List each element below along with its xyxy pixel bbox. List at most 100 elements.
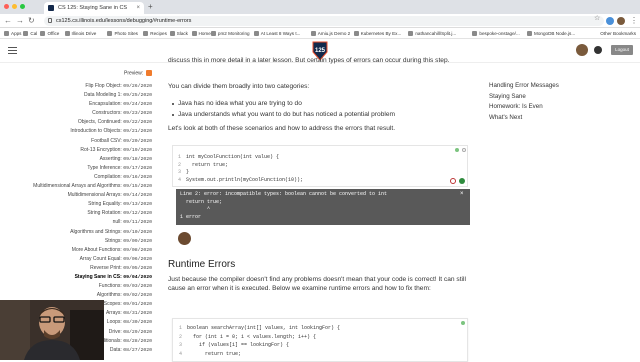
bookmark-item[interactable]: nathancahill/Split.j... — [408, 28, 456, 39]
line-number: 3 — [178, 169, 182, 175]
bookmark-item[interactable]: Home — [191, 28, 211, 39]
lesson-link[interactable]: Reverse Print: 09/05/2020 — [0, 264, 152, 273]
lesson-link[interactable]: Functions: 09/03/2020 — [0, 282, 152, 291]
bookmark-folder-icon — [527, 31, 533, 36]
close-output-icon[interactable]: × — [460, 191, 464, 197]
bookmark-folder-icon — [143, 31, 149, 36]
line-number: 1 — [178, 154, 182, 160]
lesson-date: 09/17/2020 — [123, 165, 152, 171]
line-number: 4 — [179, 350, 183, 357]
line-number: 3 — [179, 342, 183, 349]
user-avatar[interactable] — [576, 44, 588, 56]
lesson-link[interactable]: Encapsulation: 09/24/2020 — [0, 100, 152, 109]
bookmark-item[interactable]: Amiu.js Demo 2 — [310, 28, 350, 39]
bookmark-item[interactable]: pm2 Monitoring — [210, 28, 250, 39]
outline-link[interactable]: What's Next — [489, 113, 559, 124]
maximize-window-icon[interactable] — [20, 4, 25, 9]
bookmark-item[interactable]: Slack — [169, 28, 188, 39]
hamburger-menu-icon[interactable] — [8, 47, 17, 54]
lesson-link[interactable]: More About Functions: 09/08/2020 — [0, 246, 152, 255]
bookmark-label: Slack — [176, 31, 188, 36]
minimize-window-icon[interactable] — [12, 4, 17, 9]
lesson-link[interactable]: Multidimensional Arrays and Algorithms: … — [0, 182, 152, 191]
back-icon[interactable]: ← — [4, 16, 12, 26]
lesson-title: Arrays — [105, 310, 121, 317]
bookmark-item[interactable]: Office — [40, 28, 59, 39]
lesson-link[interactable]: Type Inference: 09/17/2020 — [0, 164, 152, 173]
lesson-date: 09/12/2020 — [123, 211, 152, 217]
outline-link[interactable]: Handling Error Messages — [489, 81, 559, 92]
lesson-link[interactable]: Constructors: 09/23/2020 — [0, 109, 152, 118]
other-bookmarks[interactable]: Other Bookmarks — [600, 28, 636, 39]
bullet-list: Java has no idea what you are trying to … — [171, 98, 395, 120]
lesson-link[interactable]: Array Count Equal: 09/06/2020 — [0, 255, 152, 264]
lesson-link[interactable]: null: 09/11/2020 — [0, 218, 152, 227]
code-text: if (values[i] == lookingFor) { — [187, 342, 290, 349]
bullet-item: Java has no idea what you are trying to … — [171, 98, 395, 109]
bookmark-item[interactable]: Cal — [23, 28, 37, 39]
bookmark-item[interactable]: Kubernetes By Ex... — [353, 28, 401, 39]
lesson-link[interactable]: Football CSV: 09/20/2020 — [0, 137, 152, 146]
bookmark-item[interactable]: At Least 8 Ways t... — [253, 28, 301, 39]
bookmark-item[interactable]: Illinois Drive — [64, 28, 97, 39]
code-example-2[interactable]: 1 boolean searchArray(int[] values, int l… — [172, 318, 468, 362]
outline-link[interactable]: Homework: Is Even — [489, 102, 559, 113]
lesson-link[interactable]: Algorithms and Strings: 09/10/2020 — [0, 228, 152, 237]
lesson-link[interactable]: Objects, Continued: 09/22/2020 — [0, 118, 152, 127]
run-button-icon[interactable] — [459, 178, 465, 184]
lesson-title: Scopes — [103, 301, 121, 308]
new-tab-icon[interactable]: + — [148, 2, 153, 12]
logout-button[interactable]: Logout — [611, 45, 633, 55]
bookmark-item[interactable]: Apps — [4, 28, 21, 39]
bookmark-item[interactable]: MongoDB Node.js... — [527, 28, 575, 39]
settings-icon[interactable] — [462, 148, 466, 152]
lesson-date: 09/04/2020 — [123, 274, 152, 280]
forward-icon[interactable]: → — [16, 16, 24, 26]
code-block-1[interactable]: 1 int myCoolFunction(int value) {2 return… — [178, 154, 303, 184]
outline-link[interactable]: Staying Sane — [489, 92, 559, 103]
bookmark-label: At Least 8 Ways t... — [260, 31, 301, 36]
lesson-title: Introduction to Objects — [70, 128, 121, 135]
profile-icon[interactable] — [617, 17, 625, 25]
close-window-icon[interactable] — [4, 4, 9, 9]
lesson-link[interactable]: Algorithms: 09/02/2020 — [0, 291, 152, 300]
lesson-link[interactable]: Asserting: 09/18/2020 — [0, 155, 152, 164]
browser-tab[interactable]: CS 125: Staying Sane in CS × — [44, 2, 144, 14]
extension-icon[interactable] — [606, 17, 614, 25]
preview-toggle[interactable]: Preview: — [124, 70, 153, 76]
bookmark-star-icon[interactable]: ☆ — [594, 14, 600, 22]
line-number: 4 — [178, 176, 182, 183]
lesson-link[interactable]: Compilation: 09/16/2020 — [0, 173, 152, 182]
bookmark-item[interactable]: bespoke-onstage/... — [472, 28, 520, 39]
stop-icon[interactable] — [450, 178, 456, 184]
bookmark-label: Illinois Drive — [71, 31, 97, 36]
lesson-link[interactable]: Data Modeling 1: 09/25/2020 — [0, 91, 152, 100]
page-outline: Handling Error Messages Staying Sane Homew… — [489, 81, 559, 123]
lesson-link[interactable]: Multidimensional Arrays: 09/14/2020 — [0, 191, 152, 200]
lesson-link[interactable]: Rot-13 Encryption: 09/19/2020 — [0, 146, 152, 155]
address-bar[interactable]: cs125.cs.illinois.edu/lessons/debugging/… — [44, 16, 604, 26]
line-number: 2 — [178, 161, 182, 168]
instructor-avatar[interactable] — [178, 232, 191, 245]
lesson-date: 08/28/2020 — [123, 338, 152, 344]
lesson-link[interactable]: String Equality: 09/13/2020 — [0, 200, 152, 209]
lesson-title: More About Functions — [71, 246, 121, 253]
browser-tab-strip: CS 125: Staying Sane in CS × + — [0, 0, 640, 14]
reload-icon[interactable]: ↻ — [28, 16, 35, 26]
lesson-title: Multidimensional Arrays — [67, 192, 121, 199]
preview-checkbox[interactable] — [146, 70, 153, 76]
code-line: 1 boolean searchArray(int[] values, int l… — [179, 324, 340, 333]
lesson-link[interactable]: Introduction to Objects: 09/21/2020 — [0, 127, 152, 136]
bookmark-item[interactable]: Recipes — [143, 28, 167, 39]
dark-mode-toggle-icon[interactable] — [594, 46, 602, 54]
lesson-link[interactable]: Strings: 09/09/2020 — [0, 237, 152, 246]
lesson-link[interactable]: Flip Flop Object: 09/26/2020 — [0, 82, 152, 91]
code-block-2[interactable]: 1 boolean searchArray(int[] values, int l… — [179, 324, 340, 358]
lesson-link[interactable]: String Rotation: 09/12/2020 — [0, 209, 152, 218]
menu-kebab-icon[interactable]: ⋮ — [630, 16, 638, 26]
tab-close-icon[interactable]: × — [136, 2, 140, 14]
bookmark-label: MongoDB Node.js... — [534, 31, 576, 36]
line-number: 2 — [179, 333, 183, 340]
bookmark-item[interactable]: Photo Sites — [107, 28, 138, 39]
lesson-link[interactable]: Staying Sane in CS: 09/04/2020 — [0, 273, 152, 282]
